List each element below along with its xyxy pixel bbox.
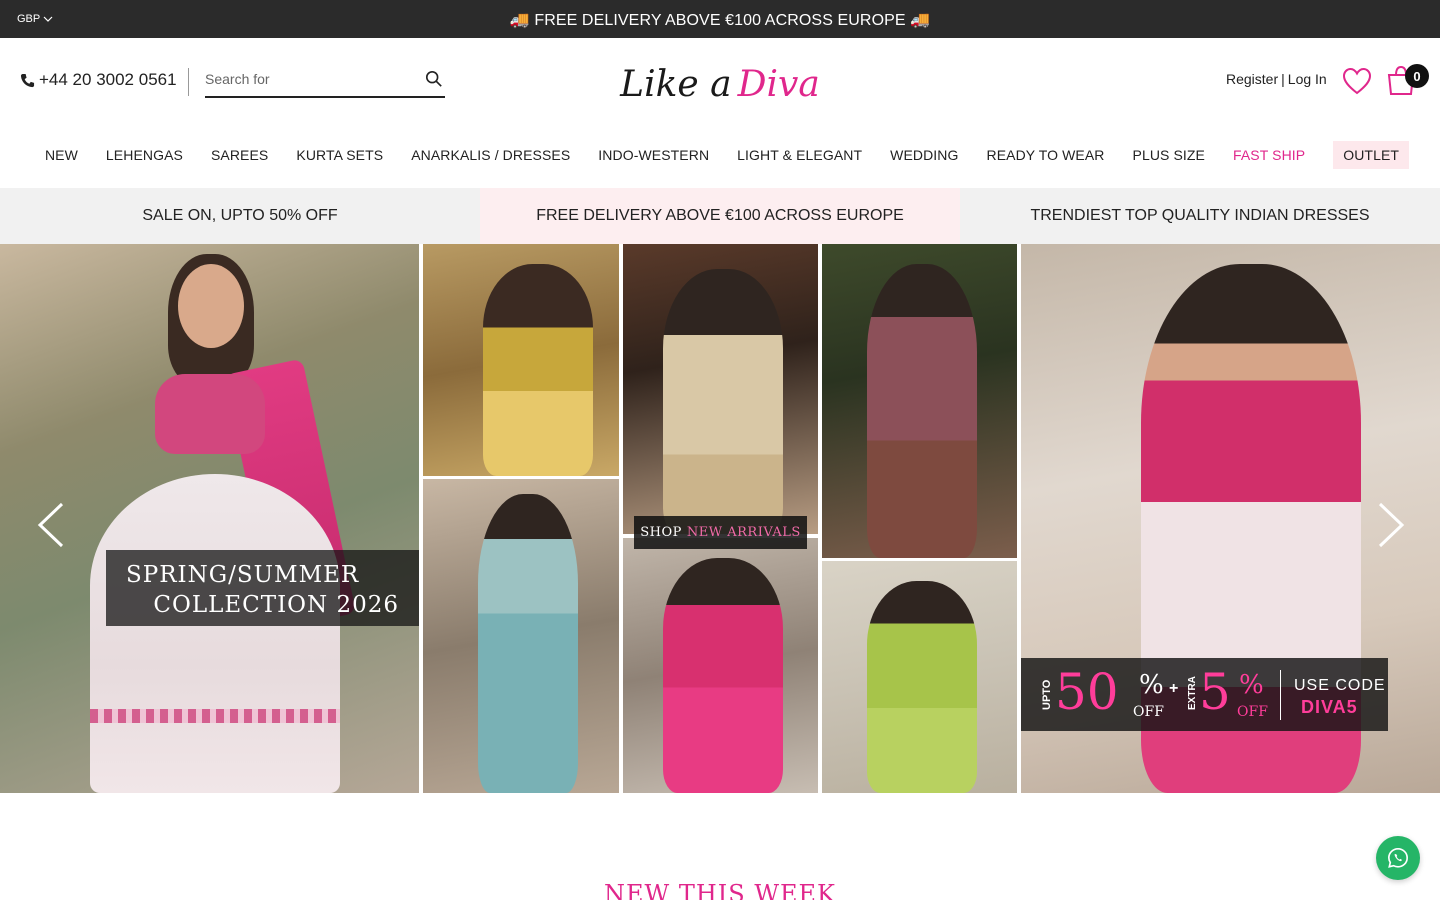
login-link[interactable]: Log In [1288, 71, 1327, 87]
hero-carousel[interactable]: SPRING/SUMMER COLLECTION 2026 SHOP NEW A… [0, 244, 1440, 793]
promo-off-extra: OFF [1237, 704, 1268, 720]
promo-percent-main: % [1139, 670, 1164, 700]
shop-label: SHOP [640, 525, 682, 540]
account-links: Register | Log In [1226, 71, 1327, 87]
account-separator: | [1281, 71, 1285, 87]
hero-image-mauve-suit[interactable] [822, 244, 1017, 558]
hero-image-blue-saree[interactable] [423, 479, 619, 793]
nav-item-light-elegant[interactable]: LIGHT & ELEGANT [723, 147, 876, 163]
nav-item-outlet[interactable]: OUTLET [1333, 141, 1410, 169]
model-face [178, 264, 244, 348]
usp-quality: TRENDIEST TOP QUALITY INDIAN DRESSES [960, 188, 1440, 244]
nav-item-indo-western[interactable]: INDO-WESTERN [584, 147, 723, 163]
search-bar [205, 66, 445, 98]
model-figure [867, 264, 977, 558]
cart-count-badge: 0 [1405, 64, 1429, 88]
carousel-prev-arrow-icon[interactable] [34, 500, 70, 550]
header-divider [188, 68, 189, 96]
promo-plus: + [1169, 680, 1179, 697]
model-skirt [90, 474, 340, 793]
collection-caption: SPRING/SUMMER COLLECTION 2026 [106, 550, 419, 626]
logo-text-accent: Diva [737, 63, 820, 105]
shop-new-arrivals-button[interactable]: SHOP NEW ARRIVALS [634, 516, 807, 549]
usp-sale: SALE ON, UPTO 50% OFF [0, 188, 480, 244]
promo-off-main: OFF [1133, 704, 1164, 720]
promo-code: DIVA5 [1301, 697, 1358, 717]
main-navigation: NEW LEHENGAS SAREES KURTA SETS ANARKALIS… [0, 138, 1440, 172]
nav-item-anarkalis-dresses[interactable]: ANARKALIS / DRESSES [397, 147, 584, 163]
hero-image-green-anarkali[interactable] [822, 561, 1017, 793]
site-logo[interactable]: Like a Diva [620, 52, 820, 116]
carousel-next-arrow-icon[interactable] [1372, 500, 1408, 550]
model-figure [663, 558, 783, 793]
model-blouse [155, 374, 265, 454]
hero-image-pink-saree[interactable] [623, 538, 818, 793]
nav-item-wedding[interactable]: WEDDING [876, 147, 972, 163]
section-title-new-this-week: NEW THIS WEEK [604, 880, 836, 900]
promo-percent-extra: % [1239, 670, 1264, 700]
hero-image-beige-saree[interactable] [623, 244, 818, 534]
whatsapp-icon [1388, 848, 1408, 868]
model-figure [867, 581, 977, 793]
whatsapp-chat-button[interactable] [1376, 836, 1420, 880]
site-header: +44 20 3002 0561 Like a Diva Register | … [0, 38, 1440, 188]
nav-item-plus-size[interactable]: PLUS SIZE [1119, 147, 1219, 163]
nav-item-sarees[interactable]: SAREES [197, 147, 282, 163]
model-figure [483, 264, 593, 476]
usp-strip: SALE ON, UPTO 50% OFF FREE DELIVERY ABOV… [0, 188, 1440, 244]
collection-caption-line2: COLLECTION 2026 [153, 592, 399, 618]
model-figure [478, 494, 578, 793]
promo-discount-extra: 5 [1199, 663, 1231, 721]
announcement-text: 🚚 FREE DELIVERY ABOVE €100 ACROSS EUROPE… [509, 12, 931, 29]
nav-item-new[interactable]: NEW [31, 147, 92, 163]
search-icon[interactable] [425, 70, 443, 88]
phone-number: +44 20 3002 0561 [39, 70, 177, 89]
logo-text-primary: Like a [620, 63, 732, 105]
register-link[interactable]: Register [1226, 71, 1278, 87]
search-input[interactable] [205, 66, 405, 92]
model-figure [663, 269, 783, 534]
promo-discount-main: 50 [1055, 663, 1119, 721]
promo-extra: EXTRA [1187, 676, 1198, 710]
promo-banner: UPTO 50 % OFF + EXTRA 5 % OFF USE CODE D… [1021, 658, 1388, 731]
promo-divider [1280, 670, 1281, 720]
new-arrivals-label: NEW ARRIVALS [686, 525, 801, 540]
hero-image-yellow-lehenga[interactable] [423, 244, 619, 476]
usp-free-delivery: FREE DELIVERY ABOVE €100 ACROSS EUROPE [480, 188, 960, 244]
nav-item-kurta-sets[interactable]: KURTA SETS [282, 147, 397, 163]
nav-item-fast-ship[interactable]: FAST SHIP [1219, 147, 1319, 163]
wishlist-heart-icon[interactable] [1342, 67, 1372, 95]
phone-icon [20, 73, 35, 87]
nav-item-ready-to-wear[interactable]: READY TO WEAR [973, 147, 1119, 163]
promo-upto: UPTO [1041, 679, 1053, 710]
nav-item-lehengas[interactable]: LEHENGAS [92, 147, 197, 163]
announcement-bar: GBP 🚚 FREE DELIVERY ABOVE €100 ACROSS EU… [0, 0, 1440, 38]
collection-caption-line1: SPRING/SUMMER [126, 562, 360, 588]
phone-contact[interactable]: +44 20 3002 0561 [20, 70, 177, 90]
promo-use-code-label: USE CODE [1294, 677, 1386, 694]
